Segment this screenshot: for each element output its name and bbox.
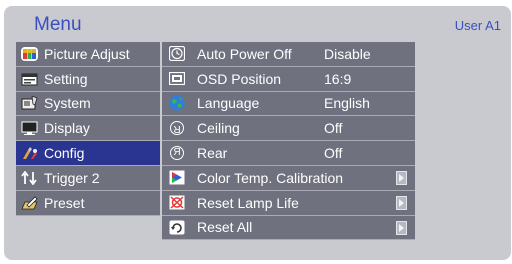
menu-item-setting[interactable]: Setting xyxy=(16,66,160,92)
rear-icon: R xyxy=(167,145,186,161)
option-label: Auto Power Off xyxy=(197,45,292,62)
option-value: English xyxy=(324,95,370,112)
option-label: Reset All xyxy=(197,219,253,236)
option-label: Color Temp. Calibration xyxy=(197,169,344,186)
left-menu: Picture Adjust Setting System Display Co… xyxy=(16,42,160,216)
menu-item-display[interactable]: Display xyxy=(16,116,160,142)
picture-adjust-icon xyxy=(20,46,38,61)
submenu-arrow-icon[interactable] xyxy=(396,170,407,185)
trigger-icon xyxy=(20,170,38,185)
option-value: 16:9 xyxy=(324,70,352,87)
globe-icon xyxy=(167,95,186,111)
config-icon xyxy=(20,146,38,161)
clock-icon xyxy=(167,46,186,62)
system-icon xyxy=(20,96,38,111)
config-submenu: Auto Power Off Disable OSD Position 16:9… xyxy=(162,42,415,241)
menu-item-label: Preset xyxy=(44,194,85,211)
option-label: Ceiling xyxy=(197,120,240,137)
reset-all-icon xyxy=(167,219,186,235)
menu-item-label: Display xyxy=(44,120,90,137)
submenu-arrow-icon[interactable] xyxy=(396,195,407,210)
option-ceiling[interactable]: R Ceiling Off xyxy=(162,116,415,142)
option-reset-lamp-life[interactable]: Reset Lamp Life xyxy=(162,190,415,216)
color-calibration-icon xyxy=(167,170,186,186)
option-value: Off xyxy=(324,145,343,162)
option-reset-all[interactable]: Reset All xyxy=(162,215,415,241)
menu-item-label: Config xyxy=(44,145,85,162)
submenu-arrow-icon[interactable] xyxy=(396,220,407,235)
user-indicator: User A1 xyxy=(454,18,501,33)
menu-item-label: Picture Adjust xyxy=(44,45,130,62)
menu-item-label: System xyxy=(44,95,91,112)
menu-item-preset[interactable]: Preset xyxy=(16,190,160,216)
option-color-temp-calibration[interactable]: Color Temp. Calibration xyxy=(162,165,415,191)
menu-item-config[interactable]: Config xyxy=(16,141,160,166)
option-label: Rear xyxy=(197,145,228,162)
option-auto-power-off[interactable]: Auto Power Off Disable xyxy=(162,42,415,67)
reset-lamp-icon xyxy=(167,195,186,211)
display-icon xyxy=(20,121,38,136)
setting-icon xyxy=(20,71,38,86)
menu-item-picture-adjust[interactable]: Picture Adjust xyxy=(16,42,160,67)
osd-menu-panel: Menu User A1 Picture Adjust Setting Syst… xyxy=(4,6,511,260)
option-value: Disable xyxy=(324,45,371,62)
option-label: Reset Lamp Life xyxy=(197,194,299,211)
menu-item-trigger-2[interactable]: Trigger 2 xyxy=(16,165,160,191)
osd-position-icon xyxy=(167,71,186,87)
option-osd-position[interactable]: OSD Position 16:9 xyxy=(162,66,415,92)
option-label: Language xyxy=(197,95,260,112)
menu-item-system[interactable]: System xyxy=(16,91,160,117)
menu-item-label: Setting xyxy=(44,70,88,87)
option-label: OSD Position xyxy=(197,70,282,87)
menu-title: Menu xyxy=(34,14,82,35)
ceiling-icon: R xyxy=(167,120,186,136)
menu-item-label: Trigger 2 xyxy=(44,169,100,186)
preset-icon xyxy=(20,195,38,210)
option-value: Off xyxy=(324,120,343,137)
option-rear[interactable]: R Rear Off xyxy=(162,141,415,166)
option-language[interactable]: Language English xyxy=(162,91,415,117)
